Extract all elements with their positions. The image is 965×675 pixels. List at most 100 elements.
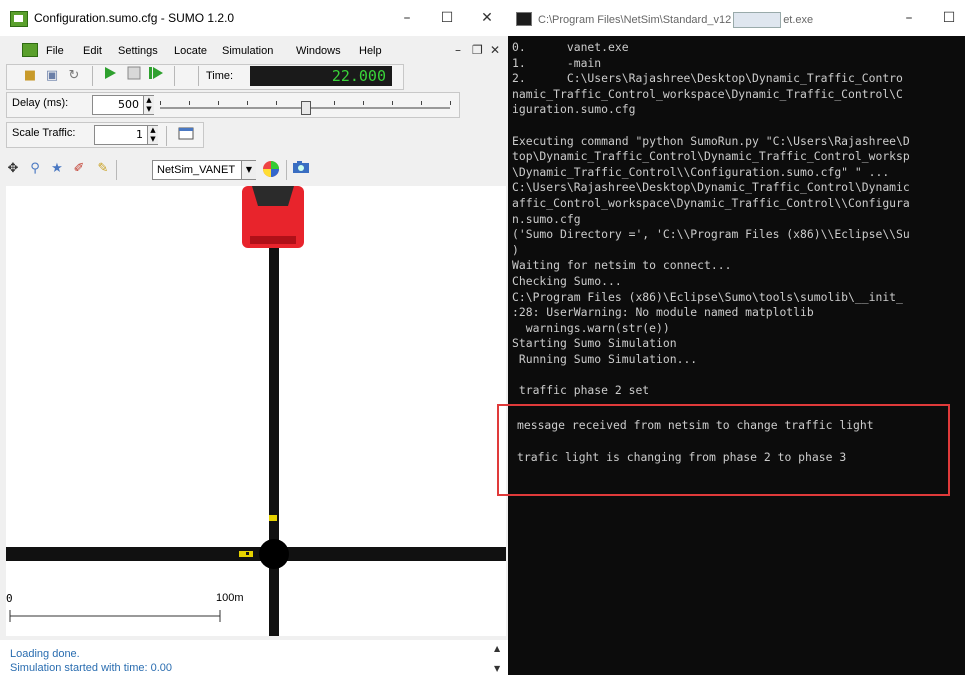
menu-help-label: Help [359,45,382,57]
delay-slider-thumb[interactable] [301,101,311,115]
menu-locate[interactable]: Locate [174,45,207,57]
speech-bubble-icon[interactable]: ✎ [94,160,112,178]
time-label: Time: [206,70,234,82]
menu-edit-label: Edit [83,45,102,57]
slider-tick [276,101,277,105]
console-line: top\Dynamic_Traffic_Control\Dynamic_Traf… [512,149,910,164]
slider-tick [421,101,422,105]
toolbar-separator [174,66,175,86]
menu-settings-label: Settings [118,45,158,57]
console-maximize-button[interactable]: ☐ [934,6,964,30]
console-line: Checking Sumo... [512,273,622,288]
console-title-bar: C:\Program Files\NetSim\Standard_v12 et.e… [508,0,965,36]
stop-icon[interactable] [124,66,144,86]
maximize-button[interactable]: ☐ [432,6,462,30]
mdi-minimize-button[interactable]: – [455,43,461,57]
delay-value: 500 [118,98,139,111]
run-icon[interactable] [100,66,120,86]
minimize-button[interactable]: – [392,6,422,30]
mdi-restore-button[interactable]: ❐ [472,43,483,57]
zoom-icon[interactable]: ⚲ [26,160,44,178]
menu-windows[interactable]: Windows [296,45,341,57]
highlight-line: trafic light is changing from phase 2 to… [517,450,847,464]
console-line: 0. vanet.exe [512,40,629,54]
close-button[interactable]: ✕ [472,6,502,30]
sumo-window-title: Configuration.sumo.cfg - SUMO 1.2.0 [34,11,235,25]
sumo-title-bar: Configuration.sumo.cfg - SUMO 1.2.0 – ☐ … [0,0,508,36]
console-line: namic_Traffic_Control_workspace\Dynamic_… [512,86,903,101]
vehicle [242,186,304,248]
toolbar-separator [166,126,167,146]
console-line: warnings.warn(str(e)) [512,320,670,335]
console-line: n.sumo.cfg [512,211,581,226]
junction [259,539,289,569]
scale-traffic-value: 1 [136,128,143,141]
delay-label: Delay (ms): [12,97,69,109]
scale-spinner-arrows[interactable]: ▲ ▼ [147,126,158,144]
open-folder-icon[interactable]: ■ [20,66,40,86]
slider-tick [247,101,248,105]
console-window: C:\Program Files\NetSim\Standard_v12 et.e… [508,0,965,675]
console-app-icon [516,12,532,26]
console-line: 1. -main [512,55,602,70]
toolbar-separator [92,66,93,86]
open-network-icon[interactable]: ▣ [42,66,62,86]
toolbar-separator [116,160,117,180]
road-network [6,186,506,636]
chevron-down-icon[interactable]: ▼ [241,161,256,179]
console-line: traffic phase 2 set [512,383,650,398]
highlight-box: message received from netsim to change t… [497,404,950,496]
slider-tick [160,101,161,105]
edit-viewport-icon[interactable]: ✐ [70,160,88,178]
reload-icon[interactable]: ↻ [64,66,84,86]
scroll-up-icon[interactable]: ▲ [494,644,500,653]
console-line: C:\Program Files (x86)\Eclipse\Sumo\tool… [512,289,903,304]
locate-icon[interactable]: ★ [48,160,66,178]
console-line: affic_Control_workspace\Dynamic_Traffic_… [512,195,910,210]
mdi-document-icon [22,43,38,57]
console-line: Running Sumo Simulation... [512,351,698,366]
menu-windows-label: Windows [296,45,341,57]
simulation-canvas[interactable]: 0 100m [6,186,506,636]
menu-edit[interactable]: Edit [83,45,102,57]
scale-traffic-label: Scale Traffic: [12,127,76,139]
horizontal-road [6,547,506,561]
console-line: Waiting for netsim to connect... [512,258,732,273]
slider-tick [218,101,219,105]
delay-spinner-arrows[interactable]: ▲ ▼ [143,96,154,114]
sumo-app-icon [10,11,28,27]
menu-file[interactable]: File [46,45,64,57]
console-window-title: C:\Program Files\NetSim\Standard_v12 et.e… [538,12,813,28]
status-line: Loading done. [10,648,80,660]
console-line: ) [512,242,519,257]
console-line: Starting Sumo Simulation [512,336,677,351]
toolbar-separator [198,66,199,86]
time-display: 22.000 [250,66,392,86]
console-line: C:\Users\Rajashree\Desktop\Dynamic_Traff… [512,180,910,195]
menu-help[interactable]: Help [359,45,382,57]
sumo-window: Configuration.sumo.cfg - SUMO 1.2.0 – ☐ … [0,0,508,675]
visualization-settings-icon[interactable] [262,160,280,178]
menu-file-label: File [46,45,64,57]
console-line: Executing command "python SumoRun.py "C:… [512,133,910,148]
step-icon[interactable] [146,66,166,86]
mdi-close-button[interactable]: ✕ [490,43,500,57]
menu-locate-label: Locate [174,45,208,57]
scale-bar-start: 0 [6,592,13,605]
slider-tick [189,101,190,105]
scroll-down-icon[interactable]: ▼ [494,664,500,673]
console-minimize-button[interactable]: – [894,6,924,30]
console-title-path: C:\Program Files\NetSim\Standard_v12 [538,13,732,26]
menu-simulation[interactable]: Simulation [222,45,273,57]
highlight-line: message received from netsim to change t… [517,418,874,432]
menu-settings[interactable]: Settings [118,45,158,57]
console-line: ('Sumo Directory =', 'C:\\Program Files … [512,227,910,242]
recenter-view-icon[interactable]: ✥ [4,160,22,178]
console-line: iguration.sumo.cfg [512,102,636,117]
slider-tick [363,101,364,105]
color-scheme-value: NetSim_VANET [157,164,236,176]
console-line: 2. C:\Users\Rajashree\Desktop\Dynamic_Tr… [512,71,903,86]
new-view-icon[interactable] [176,126,196,146]
screenshot-icon[interactable] [292,160,310,178]
